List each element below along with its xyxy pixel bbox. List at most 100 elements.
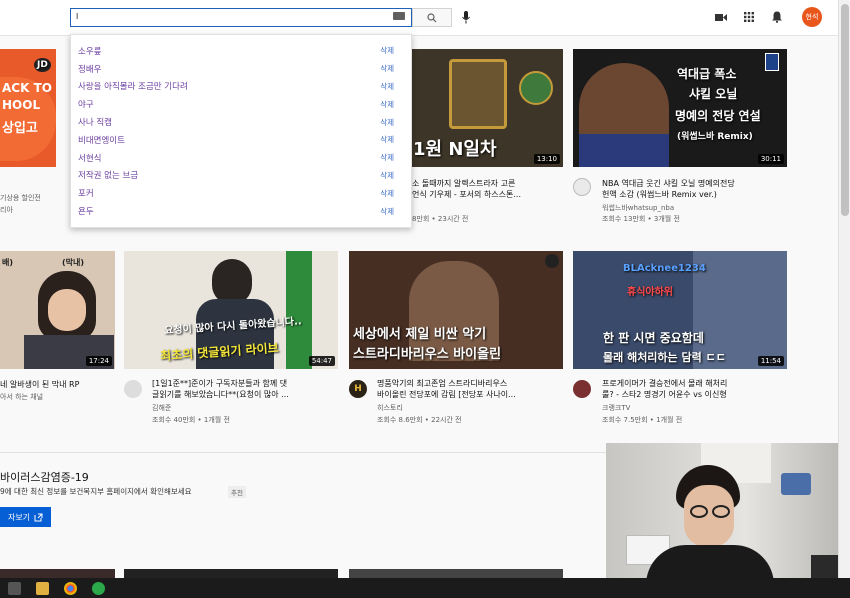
video-title[interactable]: NBA 역대급 웃긴 샤킬 오닐 명예의전당 헌액 소감 (워썹느바 Remix…: [602, 178, 792, 200]
remove-suggestion-button[interactable]: 삭제: [380, 170, 394, 181]
covid-info-section: 바이러스감염증-19 9에 대한 최신 정보를 보건복지부 홈페이지에서 확인해…: [0, 455, 606, 535]
remove-suggestion-button[interactable]: 삭제: [380, 45, 394, 56]
suggestion-text: 야구: [78, 100, 94, 111]
channel-name[interactable]: 워썹느바whatsup_nba: [602, 203, 674, 214]
remove-suggestion-button[interactable]: 삭제: [380, 99, 394, 110]
video-duration: 17:24: [85, 356, 112, 366]
remove-suggestion-button[interactable]: 삭제: [380, 188, 394, 199]
search-suggestion-item[interactable]: 포커 삭제: [71, 184, 411, 202]
video-stats: 조회수 8.6만회 • 22시간 전: [377, 416, 462, 424]
video-thumbnail[interactable]: 역대급 폭소 샤킬 오닐 명예의 전당 연설 (워썹느바 Remix) 30:1…: [573, 49, 787, 167]
avatar-initials: 현석: [805, 13, 819, 21]
remove-suggestion-button[interactable]: 삭제: [380, 81, 394, 92]
remove-suggestion-button[interactable]: 삭제: [380, 152, 394, 163]
thumbnail-text: ACK TO: [2, 81, 52, 95]
remove-suggestion-button[interactable]: 삭제: [380, 117, 394, 128]
suggestion-text: 사나 직캠: [78, 118, 112, 129]
channel-avatar[interactable]: [124, 380, 142, 398]
app-icon[interactable]: [92, 582, 105, 595]
video-stats: 조회수 7.5만회 • 1개월 전: [602, 416, 683, 424]
thumbnail-text: 명예의 전당 연설: [675, 109, 761, 123]
channel-name[interactable]: 김해준: [152, 403, 171, 414]
video-title-line: 네 알바생이 된 막내 RP: [0, 380, 80, 389]
thumbnail-text: 스트라디바리우스 바이올린: [353, 347, 502, 362]
remove-suggestion-button[interactable]: 삭제: [380, 206, 394, 217]
suggestion-text: 저작권 없는 브금: [78, 171, 139, 182]
video-stats: 8만회 • 23시간 전: [412, 215, 469, 223]
search-suggestion-item[interactable]: 소우릎 삭제: [71, 42, 411, 60]
channel-name[interactable]: 아서 하는 채널: [0, 392, 43, 403]
search-input[interactable]: l: [70, 8, 412, 27]
page-scrollbar[interactable]: [838, 0, 850, 578]
search-input-value: l: [76, 12, 79, 21]
video-title-line: NBA 역대급 웃긴 샤킬 오닐 명예의전당: [602, 179, 735, 188]
thumbnail-text: JD: [34, 58, 51, 72]
video-thumbnail[interactable]: JD ACK TO HOOL 상입고: [0, 49, 56, 167]
suggestion-text: 욘두: [78, 207, 94, 218]
video-title-line: 헌액 소감 (워썹느바 Remix ver.): [602, 190, 717, 199]
apps-grid-icon[interactable]: [742, 10, 756, 24]
suggestion-text: 정배우: [78, 64, 102, 75]
thumbnail-text: 몰래 해처리하는 담력 ㄷㄷ: [603, 351, 726, 364]
search-suggestion-item[interactable]: 사랑을 아직몰라 조금만 기다려 삭제: [71, 78, 411, 96]
remove-suggestion-button[interactable]: 삭제: [380, 63, 394, 74]
video-title-line: 바이올린 전당포에 감림 [전당포 사나이...: [377, 390, 516, 399]
notifications-bell-icon[interactable]: [770, 10, 784, 24]
channel-name[interactable]: 크랭크TV: [602, 403, 630, 414]
search-suggestion-item[interactable]: 욘두 삭제: [71, 202, 411, 220]
video-title-line: 명품악기의 최고존엄 스트라디바리우스: [377, 379, 508, 388]
search-button[interactable]: [412, 8, 452, 27]
search-suggestion-item[interactable]: 사나 직캠 삭제: [71, 113, 411, 131]
video-title[interactable]: [1일1준**]준이가 구독자분들과 함께 댓 글읽기를 해보았습니다**(요청…: [152, 378, 342, 400]
create-video-icon[interactable]: [714, 10, 728, 24]
video-title[interactable]: 프로게이머가 결승전에서 몰래 해처리 룰? - 스타2 명경기 어윤수 vs …: [602, 378, 792, 400]
video-title-line: 룰? - 스타2 명경기 어윤수 vs 이신형: [602, 390, 727, 399]
channel-name[interactable]: 히스토리: [377, 403, 403, 414]
search-suggestion-item[interactable]: 비대면엥이트 삭제: [71, 131, 411, 149]
video-title-line: 언식 기우제 - 포서의 하스스톤...: [412, 190, 522, 199]
video-title-line: 프로게이머가 결승전에서 몰래 해처리: [602, 379, 728, 388]
masthead: l 현석: [0, 0, 838, 36]
video-title[interactable]: 네 알바생이 된 막내 RP: [0, 379, 115, 390]
search-suggestions-dropdown: 소우릎 삭제 정배우 삭제 사랑을 아직몰라 조금만 기다려 삭제 야구 삭제 사나 직캠 삭제 비…: [70, 34, 412, 228]
keyboard-icon[interactable]: [393, 12, 405, 20]
suggestion-text: 포커: [78, 189, 94, 200]
video-thumbnail[interactable]: 배) (막내) 17:24: [0, 251, 115, 369]
video-duration: 54:47: [308, 356, 335, 366]
thumbnail-text: 1원 N일차: [413, 139, 497, 160]
remove-suggestion-button[interactable]: 삭제: [380, 134, 394, 145]
chrome-icon[interactable]: [64, 582, 77, 595]
os-taskbar: [0, 578, 850, 598]
external-link-icon: [34, 513, 43, 521]
thumbnail-text: 세상에서 제일 비싼 악기: [353, 327, 487, 342]
video-thumbnail[interactable]: [349, 569, 563, 578]
channel-name[interactable]: 기상용 할인전: [0, 193, 41, 204]
video-thumbnail[interactable]: BLAcknee1234 휴식야하위 한 판 시면 중요함데 몰래 해처리하는 …: [573, 251, 787, 369]
video-stats: 조회수 13만회 • 3개월 전: [602, 215, 680, 223]
video-thumbnail[interactable]: [0, 569, 115, 578]
account-avatar[interactable]: 현석: [802, 7, 822, 27]
channel-avatar[interactable]: H: [349, 380, 367, 398]
thumbnail-text: 휴식야하위: [627, 287, 673, 298]
learn-more-button[interactable]: 자보기: [0, 507, 51, 527]
video-title[interactable]: 명품악기의 최고존엄 스트라디바리우스 바이올린 전당포에 감림 [전당포 사나…: [377, 378, 562, 400]
thumbnail-text: 상입고: [2, 121, 38, 136]
webcam-overlay: [606, 443, 838, 578]
taskbar-search-icon[interactable]: [8, 582, 21, 595]
suggestion-text: 비대면엥이트: [78, 135, 125, 146]
mic-icon[interactable]: [460, 9, 472, 25]
video-stats: 조회수 40만회 • 1개월 전: [152, 416, 230, 424]
search-suggestion-item[interactable]: 서현식 삭제: [71, 149, 411, 167]
channel-avatar[interactable]: [573, 380, 591, 398]
video-thumbnail[interactable]: 요청이 많아 다시 돌아왔습니다.. 최초의 댓글읽기 라이브 54:47: [124, 251, 338, 369]
channel-avatar[interactable]: [573, 178, 591, 196]
scrollbar-thumb[interactable]: [841, 4, 849, 216]
file-explorer-icon[interactable]: [36, 582, 49, 595]
search-suggestion-item[interactable]: 저작권 없는 브금 삭제: [71, 167, 411, 185]
search-suggestion-item[interactable]: 야구 삭제: [71, 95, 411, 113]
video-thumbnail[interactable]: [124, 569, 338, 578]
search-suggestion-item[interactable]: 정배우 삭제: [71, 60, 411, 78]
video-title[interactable]: 소 돌때까지 알렉스트라자 고른 언식 기우제 - 포서의 하스스톤...: [412, 178, 562, 200]
suggestion-text: 사랑을 아직몰라 조금만 기다려: [78, 82, 188, 93]
video-thumbnail[interactable]: 세상에서 제일 비싼 악기 스트라디바리우스 바이올린: [349, 251, 563, 369]
